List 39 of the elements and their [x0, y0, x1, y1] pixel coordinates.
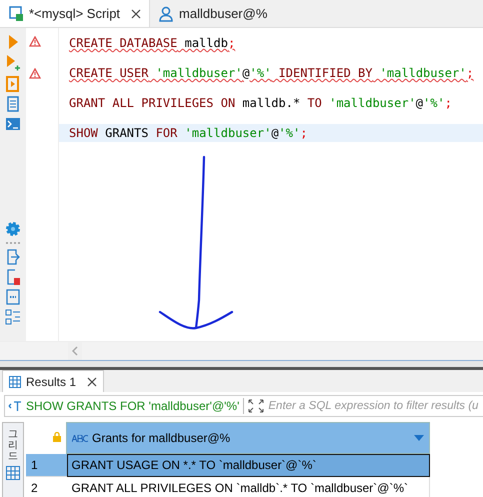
table-cell[interactable]: GRANT ALL PRIVILEGES ON `malldb`.* TO `malldbuser`@`%`	[66, 476, 430, 497]
play-icon[interactable]	[7, 34, 19, 50]
column-header[interactable]: Grants for malldbuser@%	[66, 422, 430, 454]
code-line: GRANT ALL PRIVILEGES ON malldb.* TO 'malldbuser'@'%';	[68, 95, 453, 112]
layout-icon[interactable]	[5, 309, 21, 325]
text-icon	[8, 400, 22, 412]
terminal-icon[interactable]	[5, 116, 21, 132]
dropdown-icon[interactable]	[414, 435, 424, 441]
query-text: SHOW GRANTS FOR 'malldbuser'@'%'	[26, 399, 240, 413]
grid-icon[interactable]	[6, 466, 20, 480]
table-cell[interactable]: GRANT USAGE ON *.* TO `malldbuser`@`%`	[66, 454, 430, 476]
script-icon	[8, 6, 24, 22]
scroll-left-icon[interactable]	[72, 346, 78, 356]
splitter-bar[interactable]	[0, 360, 483, 370]
settings-icon[interactable]	[5, 221, 21, 237]
play-plus-icon[interactable]	[5, 54, 21, 72]
close-icon[interactable]	[87, 376, 98, 386]
user-icon	[158, 6, 174, 22]
results-tab[interactable]: Results 1	[2, 370, 104, 392]
lock-icon	[53, 432, 61, 442]
row-number[interactable]: 1	[26, 454, 66, 476]
code-line: CREATE USER 'malldbuser'@'%' IDENTIFIED BY 'malldbuser';	[68, 65, 475, 82]
more-icon[interactable]	[6, 241, 20, 245]
file-icon[interactable]	[6, 289, 20, 305]
file-error-icon[interactable]	[6, 269, 20, 285]
editor-tab[interactable]: malldbuser@%	[150, 0, 276, 27]
filter-field[interactable]: SHOW GRANTS FOR 'malldbuser'@'%' Enter a SQL expression to filter results (u	[4, 395, 483, 417]
text-type-icon	[72, 434, 88, 442]
row-number[interactable]: 2	[26, 476, 66, 497]
editor-tab[interactable]: *<mysql> Script	[0, 0, 150, 27]
export-icon[interactable]	[6, 249, 20, 265]
grid-label[interactable]: 그리드	[8, 429, 18, 462]
document-icon[interactable]	[6, 96, 20, 112]
expand-icon[interactable]	[248, 399, 264, 413]
close-icon[interactable]	[131, 8, 142, 18]
script-run-icon[interactable]	[5, 76, 21, 92]
horizontal-scrollbar[interactable]	[0, 341, 483, 360]
table-icon	[9, 376, 21, 388]
code-line: CREATE DATABASE malldb;	[68, 35, 236, 52]
